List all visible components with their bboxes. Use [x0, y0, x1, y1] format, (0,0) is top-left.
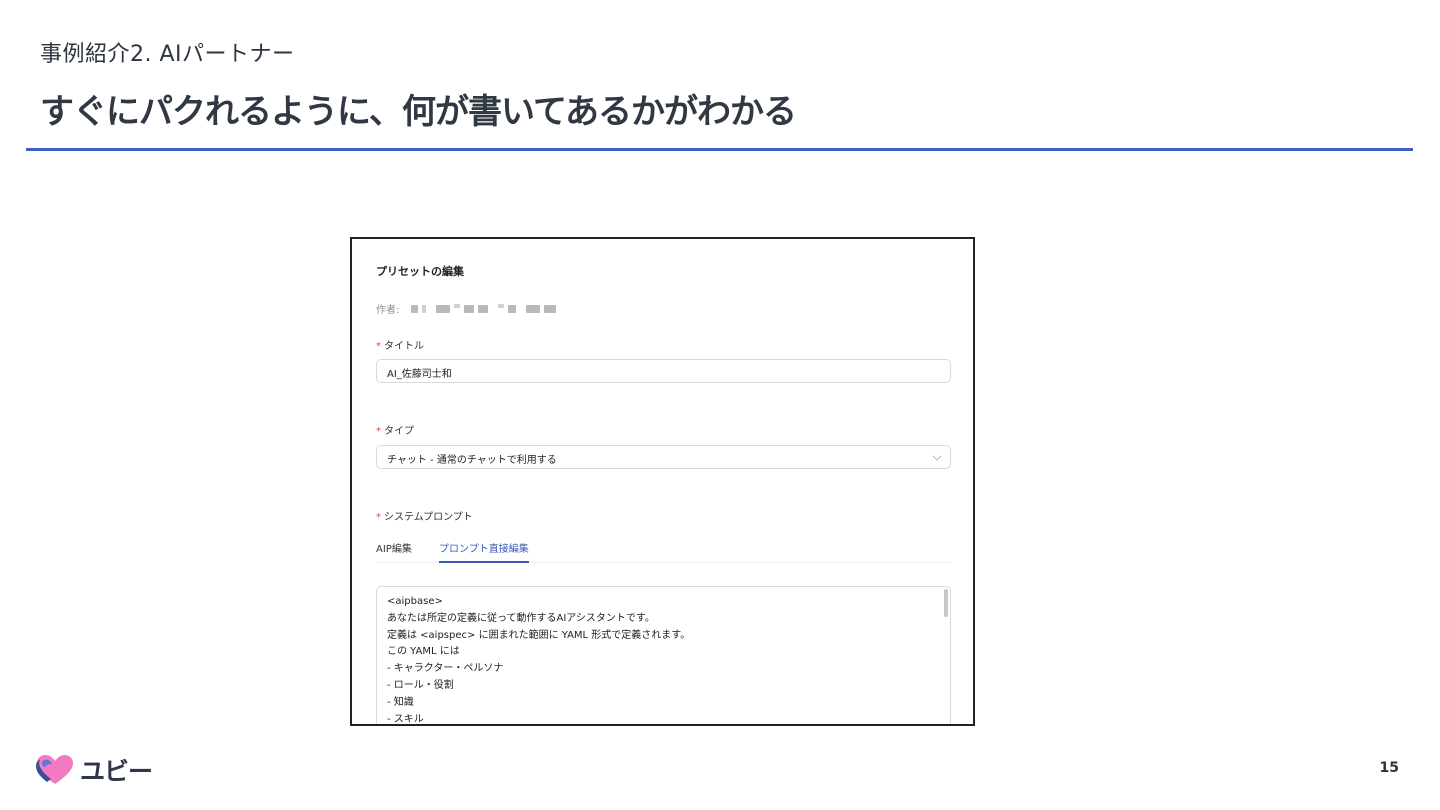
page-number: 15: [1379, 760, 1399, 776]
prompt-field-label: * システムプロンプト: [376, 508, 473, 523]
type-field-label: * タイプ: [376, 422, 414, 437]
author-name-redacted: [411, 303, 560, 313]
slide-title: すぐにパクれるように、何が書いてあるかがわかる: [40, 92, 797, 132]
tab-direct-prompt-edit[interactable]: プロンプト直接編集: [439, 540, 529, 563]
prompt-line: <aipbase>: [387, 596, 443, 607]
scrollbar[interactable]: [942, 589, 948, 724]
author-row: 作者:: [376, 301, 560, 316]
prompt-tabs: AIP編集 プロンプト直接編集: [376, 539, 951, 563]
required-mark: *: [376, 426, 381, 437]
prompt-line: あなたは所定の定義に従って動作するAIアシスタントです。: [387, 612, 655, 624]
prompt-line: - 知識: [387, 696, 414, 708]
scrollbar-thumb[interactable]: [944, 589, 948, 617]
title-field-label: * タイトル: [376, 337, 424, 352]
preset-edit-form: プリセットの編集 作者: * タイトル AI_佐藤司士和 * タイプ チャット …: [376, 239, 951, 724]
app-screenshot: プリセットの編集 作者: * タイトル AI_佐藤司士和 * タイプ チャット …: [350, 237, 975, 726]
required-mark: *: [376, 341, 381, 352]
author-label: 作者:: [376, 305, 400, 316]
prompt-label-text: システムプロンプト: [384, 512, 473, 523]
prompt-line: - ロール・役割: [387, 679, 454, 691]
slide-kicker: 事例紹介2. AIパートナー: [40, 42, 295, 67]
brand-name: ユビー: [80, 757, 153, 786]
prompt-line: 定義は <aipspec> に囲まれた範囲に YAML 形式で定義されます。: [387, 629, 691, 641]
system-prompt-textarea[interactable]: <aipbase> あなたは所定の定義に従って動作するAIアシスタントです。 定…: [376, 586, 951, 725]
type-select[interactable]: チャット - 通常のチャットで利用する: [376, 445, 951, 469]
type-label-text: タイプ: [384, 426, 414, 437]
prompt-line: この YAML には: [387, 646, 460, 658]
form-heading: プリセットの編集: [376, 265, 464, 278]
prompt-line: - スキル: [387, 713, 424, 725]
heart-logo-icon: [36, 755, 73, 784]
title-label-text: タイトル: [384, 341, 424, 352]
chevron-down-icon: [932, 451, 942, 461]
title-underline: [26, 148, 1413, 151]
required-mark: *: [376, 512, 381, 523]
prompt-line: - キャラクター・ペルソナ: [387, 663, 504, 675]
tab-aip-edit[interactable]: AIP編集: [376, 540, 412, 563]
title-input[interactable]: AI_佐藤司士和: [376, 359, 951, 383]
brand-logo: ユビー: [36, 752, 153, 788]
type-select-value: チャット - 通常のチャットで利用する: [387, 455, 557, 466]
